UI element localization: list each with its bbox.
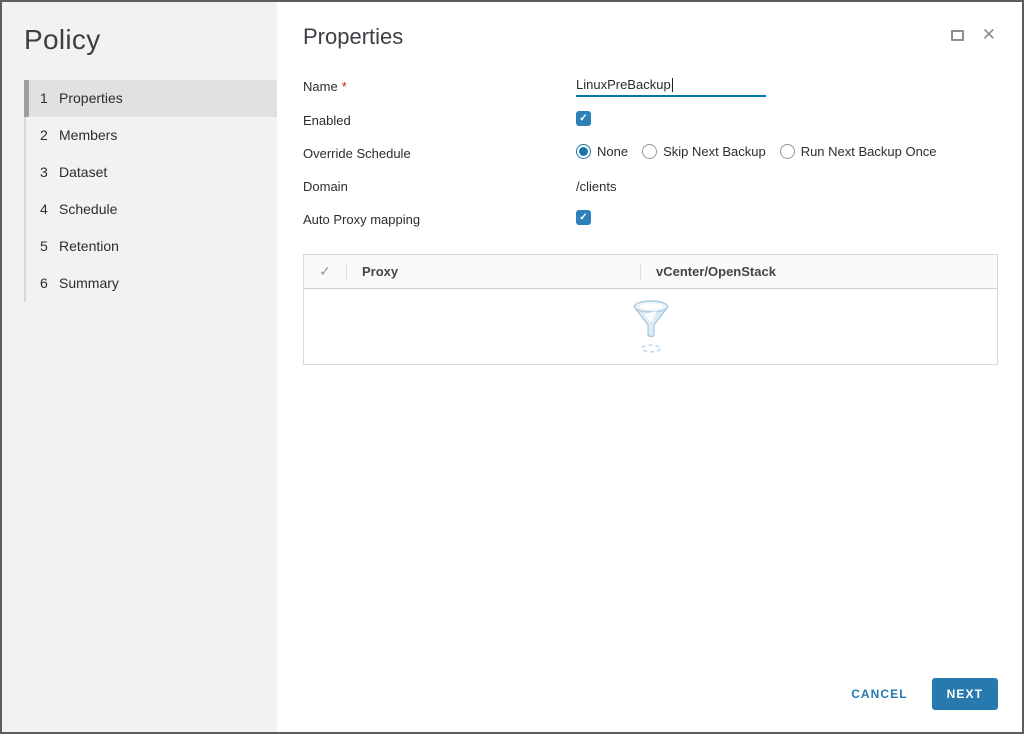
form-row-name: Name * LinuxPreBackup [303, 77, 998, 97]
form-row-override-schedule: Override Schedule None Skip Next Backup … [303, 144, 998, 163]
radio-label: None [597, 144, 629, 159]
step-number: 6 [40, 275, 48, 291]
wizard-title: Policy [24, 24, 101, 55]
radio-option-none[interactable]: None [576, 144, 628, 159]
step-label: Retention [59, 238, 119, 254]
step-label: Properties [59, 90, 123, 106]
radio-icon-run-once[interactable] [779, 144, 795, 159]
radio-icon-skip[interactable] [642, 144, 658, 159]
step-label: Dataset [59, 164, 108, 180]
restore-icon[interactable] [950, 29, 964, 41]
override-schedule-label: Override Schedule [303, 146, 411, 161]
step-label: Members [59, 127, 118, 143]
wizard-step-members[interactable]: 2 Members [26, 117, 277, 154]
wizard-step-retention[interactable]: 5 Retention [26, 228, 277, 265]
wizard-step-schedule[interactable]: 4 Schedule [26, 191, 277, 228]
next-button[interactable]: NEXT [931, 678, 998, 710]
domain-label: Domain [303, 179, 348, 194]
form-row-auto-proxy: Auto Proxy mapping ✓ [303, 210, 998, 229]
name-label-text: Name [303, 79, 338, 94]
radio-label: Skip Next Backup [663, 144, 766, 159]
cancel-button[interactable]: CANCEL [851, 687, 907, 701]
step-number: 2 [40, 127, 48, 143]
wizard-step-properties[interactable]: 1 Properties [24, 80, 277, 117]
properties-panel: Properties ✕ Name * LinuxPreBackup Enable… [277, 2, 1022, 732]
radio-label: Run Next Backup Once [800, 144, 937, 159]
auto-proxy-label: Auto Proxy mapping [303, 212, 421, 227]
enabled-checkbox[interactable]: ✓ [576, 111, 591, 126]
select-all-column-header[interactable]: ✓ [304, 255, 346, 288]
properties-form: Name * LinuxPreBackup Enabled ✓ Override … [303, 77, 998, 229]
wizard-sidebar: Policy 1 Properties 2 Members 3 Dataset … [2, 2, 277, 732]
window-controls: ✕ [950, 26, 996, 43]
radio-icon-none[interactable] [576, 144, 591, 159]
wizard-footer: CANCEL NEXT [851, 678, 998, 710]
column-header-vcenter-openstack[interactable]: vCenter/OpenStack [640, 255, 997, 288]
wizard-step-dataset[interactable]: 3 Dataset [26, 154, 277, 191]
radio-option-run-next-backup-once[interactable]: Run Next Backup Once [779, 144, 937, 159]
check-icon: ✓ [579, 212, 588, 223]
enabled-label: Enabled [303, 113, 351, 128]
name-input[interactable]: LinuxPreBackup [576, 77, 766, 97]
proxy-table: ✓ Proxy vCenter/OpenStack [303, 254, 998, 365]
name-label: Name * [303, 77, 576, 94]
step-number: 3 [40, 164, 48, 180]
policy-wizard-dialog: Policy 1 Properties 2 Members 3 Dataset … [0, 0, 1024, 734]
close-icon[interactable]: ✕ [982, 26, 996, 43]
wizard-step-summary[interactable]: 6 Summary [26, 265, 277, 302]
radio-dot [783, 147, 792, 156]
panel-title: Properties [303, 24, 404, 49]
form-row-enabled: Enabled ✓ [303, 111, 998, 130]
required-marker: * [341, 79, 347, 94]
step-number: 1 [40, 90, 48, 106]
filter-funnel-icon [633, 299, 668, 353]
name-input-value: LinuxPreBackup [576, 77, 671, 92]
step-number: 5 [40, 238, 48, 254]
auto-proxy-checkbox[interactable]: ✓ [576, 210, 591, 225]
panel-header: Properties ✕ [303, 22, 998, 50]
domain-value: /clients [576, 179, 617, 194]
radio-dot [579, 147, 588, 156]
step-number: 4 [40, 201, 48, 217]
form-row-domain: Domain /clients [303, 177, 998, 196]
step-label: Summary [59, 275, 119, 291]
check-icon: ✓ [579, 113, 588, 124]
column-header-proxy[interactable]: Proxy [346, 255, 640, 288]
proxy-table-empty-body [304, 289, 997, 364]
checkmark-icon: ✓ [319, 263, 331, 279]
override-schedule-radio-group: None Skip Next Backup Run Next Backup On… [576, 144, 937, 159]
wizard-step-list: 1 Properties 2 Members 3 Dataset 4 Sched… [24, 80, 277, 302]
proxy-table-header: ✓ Proxy vCenter/OpenStack [304, 255, 997, 289]
radio-option-skip-next-backup[interactable]: Skip Next Backup [642, 144, 766, 159]
radio-dot [645, 147, 654, 156]
step-label: Schedule [59, 201, 118, 217]
text-caret-icon [671, 77, 673, 92]
